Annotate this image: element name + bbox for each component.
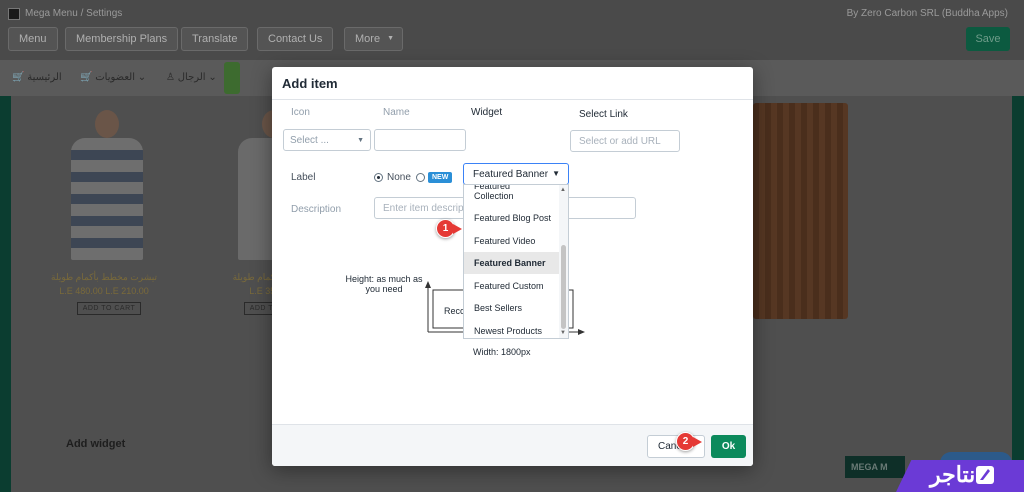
widget-option-featured-custom[interactable]: Featured Custom xyxy=(464,275,560,297)
column-header-icon: Icon xyxy=(291,107,310,118)
developer-credit: By Zero Carbon SRL (Buddha Apps) xyxy=(846,8,1008,19)
product-price: L.E 480.00 L.E 210.00 xyxy=(59,286,149,296)
add-item-dialog: Add item Icon Name Widget Select Link Se… xyxy=(272,67,753,466)
height-note: Height: as much as you need xyxy=(345,274,423,294)
nav-more-button[interactable]: More ▼ xyxy=(344,27,404,51)
nav-translate-button[interactable]: Translate xyxy=(181,27,249,51)
widget-option-featured-blog-post[interactable]: Featured Blog Post xyxy=(464,207,560,229)
banner-image xyxy=(753,103,848,319)
column-header-widget: Widget xyxy=(471,107,503,118)
widget-option-featured-video[interactable]: Featured Video xyxy=(464,230,560,252)
rect-label: Recc xyxy=(444,306,465,316)
widget-option-best-sellers[interactable]: Best Sellers xyxy=(464,297,560,319)
nav-membership-plans-button[interactable]: Membership Plans xyxy=(65,27,179,51)
save-button[interactable]: Save xyxy=(966,27,1010,51)
scroll-up-icon[interactable]: ▲ xyxy=(560,187,566,193)
column-header-name: Name xyxy=(383,107,410,118)
store-nav-men[interactable]: ♙ الرجال ⌄ xyxy=(166,72,217,83)
app-topbar: Mega Menu / Settings By Zero Carbon SRL … xyxy=(0,0,1024,60)
caret-down-icon: ▼ xyxy=(552,169,560,178)
brand-logo-icon xyxy=(976,466,994,484)
dropdown-scrollbar[interactable]: ▲ ▼ xyxy=(559,185,568,338)
link-input[interactable]: Select or add URL xyxy=(570,130,680,152)
store-nav-home[interactable]: 🛒 الرئيسية xyxy=(12,72,62,83)
description-label: Description xyxy=(291,204,342,215)
widget-option-featured-collection[interactable]: Featured Collection xyxy=(464,185,534,205)
scrollbar-thumb[interactable] xyxy=(561,245,566,329)
nav-menu-button[interactable]: Menu xyxy=(8,27,58,51)
dialog-title: Add item xyxy=(282,76,338,91)
dialog-body: Icon Name Widget Select Link Select ... … xyxy=(272,100,753,424)
person-icon: ♙ xyxy=(166,72,175,83)
chevron-down-icon: ▼ xyxy=(387,35,395,42)
widget-dropdown-list: Featured Collection Featured Blog Post F… xyxy=(463,184,569,339)
mega-menu-button[interactable]: MEGA M xyxy=(845,456,905,478)
label-none-text: None xyxy=(387,172,411,183)
add-to-cart-button[interactable]: ADD TO CART xyxy=(77,302,141,315)
chevron-down-icon: ⌄ xyxy=(208,72,217,83)
icon-select[interactable]: Select ... ▼ xyxy=(283,129,371,151)
label-row-label: Label xyxy=(291,172,316,183)
label-none-radio[interactable] xyxy=(374,173,383,182)
app-title: Mega Menu / Settings xyxy=(25,8,123,19)
chevron-down-icon: ▼ xyxy=(357,137,364,144)
preview-border-left xyxy=(0,96,11,492)
cart-icon: 🛒 xyxy=(12,72,25,83)
cart-icon: 🛒 xyxy=(80,72,93,83)
column-header-link: Select Link xyxy=(579,109,628,120)
marker-pointer-icon xyxy=(693,437,702,447)
label-new-radio[interactable] xyxy=(416,173,425,182)
store-nav-memberships[interactable]: 🛒 العضويات ⌄ xyxy=(80,72,146,83)
store-tag-icon xyxy=(224,62,240,94)
widget-option-featured-banner[interactable]: Featured Banner xyxy=(464,252,560,274)
product-image xyxy=(71,110,143,260)
scroll-down-icon[interactable]: ▼ xyxy=(560,330,566,336)
app-logo-icon xyxy=(8,8,20,20)
new-badge: NEW xyxy=(428,172,453,183)
widget-option-newest-products[interactable]: Newest Products xyxy=(464,320,560,338)
nav-contact-us-button[interactable]: Contact Us xyxy=(257,27,334,51)
dialog-header: Add item xyxy=(272,67,753,100)
width-note: Width: 1800px xyxy=(473,347,531,357)
brand-logo-text: نتاجر xyxy=(930,462,976,487)
nav-more-label: More xyxy=(355,33,381,45)
add-widget-link[interactable]: Add widget xyxy=(66,438,125,450)
product-name: تيشرت مخطط بأكمام طويلة xyxy=(51,272,157,282)
marker-pointer-icon xyxy=(453,224,462,234)
ok-button[interactable]: Ok xyxy=(711,435,746,458)
widget-select[interactable]: Featured Banner ▼ xyxy=(463,163,569,185)
chevron-down-icon: ⌄ xyxy=(137,72,147,83)
name-input[interactable] xyxy=(374,129,466,151)
